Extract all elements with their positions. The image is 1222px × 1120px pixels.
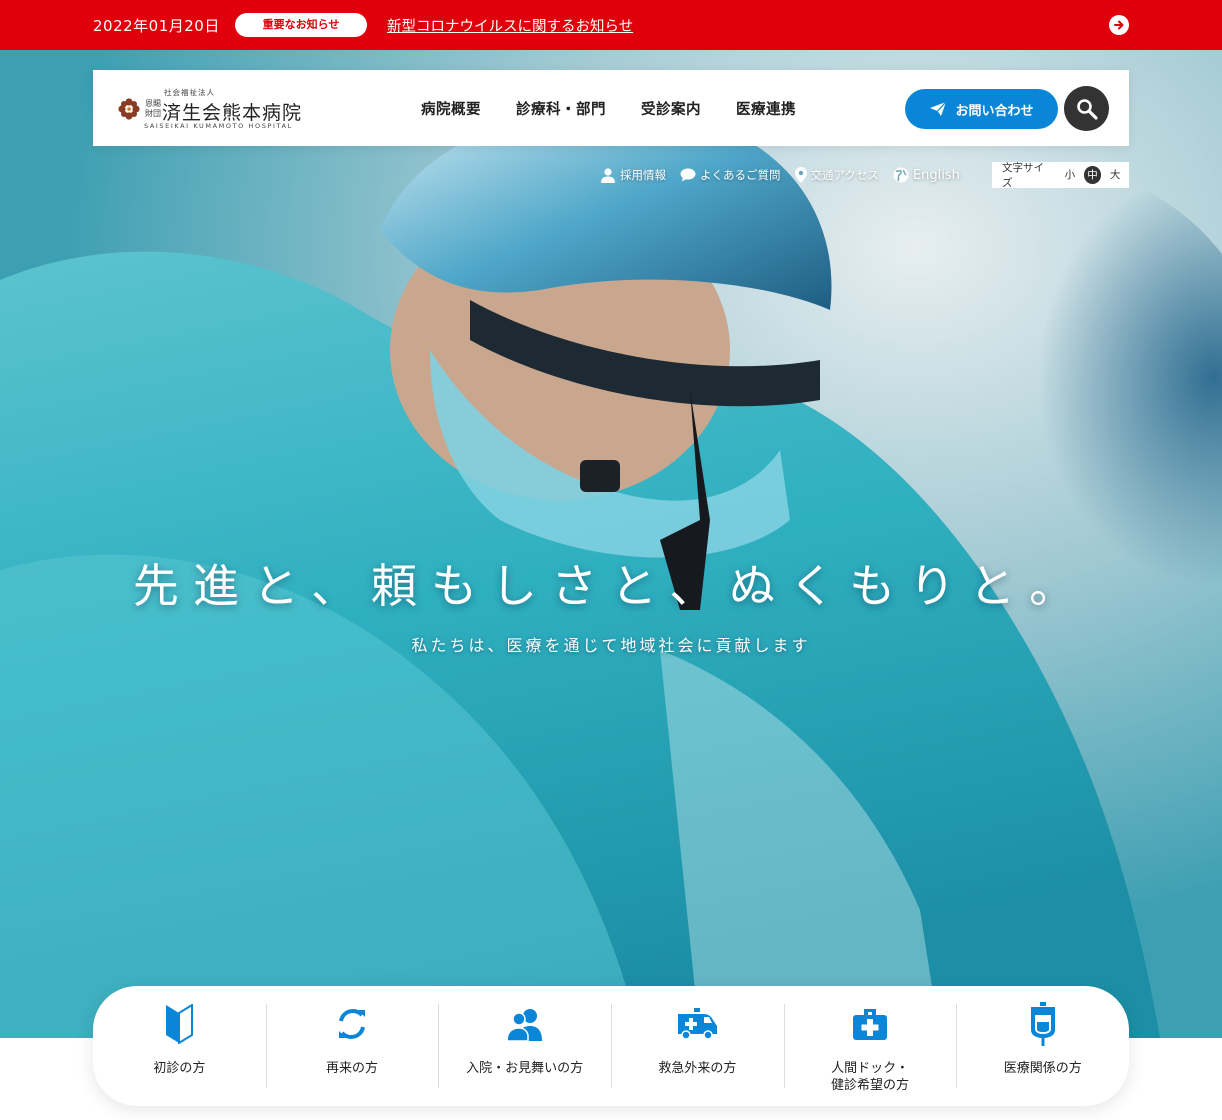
hospital-logo[interactable]: 社会福祉法人 恩賜財団 済生会熊本病院 SAISEIKAI KUMAMOTO H… — [118, 84, 308, 134]
quick-medical-professionals-label: 医療関係の方 — [1003, 1061, 1082, 1076]
utility-nav: 採用情報 よくあるご質問 交通アクセス English — [600, 163, 980, 187]
site-header: 社会福祉法人 恩賜財団 済生会熊本病院 SAISEIKAI KUMAMOTO H… — [93, 70, 1129, 146]
util-english[interactable]: English — [893, 167, 960, 183]
beginner-mark-icon — [166, 1004, 194, 1044]
hero-subtitle: 私たちは、医療を通じて地域社会に貢献します — [411, 636, 811, 655]
iv-drip-icon — [1030, 1002, 1055, 1046]
covid-notice-link[interactable]: 新型コロナウイルスに関するお知らせ — [387, 15, 633, 36]
people-icon — [505, 1009, 542, 1041]
globe-icon — [893, 167, 909, 183]
global-nav: 病院概要 診療科・部門 受診案内 医療連携 — [421, 70, 831, 146]
quick-medical-professionals[interactable]: 医療関係の方 — [956, 986, 1129, 1106]
quick-emergency[interactable]: 救急外来の方 — [611, 986, 784, 1106]
util-recruit-label: 採用情報 — [620, 168, 666, 182]
quick-first-visit[interactable]: 初診の方 — [93, 986, 266, 1106]
nav-consultation-guide[interactable]: 受診案内 — [641, 98, 701, 119]
contact-button-label: お問い合わせ — [955, 103, 1034, 119]
important-notice-badge: 重要なお知らせ — [235, 13, 367, 37]
font-size-switcher: 文字サイズ 小 中 大 — [992, 162, 1129, 189]
alert-bar: 2022年01月20日 重要なお知らせ 新型コロナウイルスに関するお知らせ — [0, 0, 1222, 50]
util-access-label: 交通アクセス — [810, 168, 879, 182]
font-size-large[interactable]: 大 — [1106, 166, 1124, 184]
speech-bubble-icon — [680, 168, 696, 182]
alert-arrow-button[interactable] — [1109, 15, 1129, 35]
quick-health-checkup-label: 人間ドック・ 健診希望の方 — [831, 1061, 910, 1093]
quick-admission-label: 入院・お見舞いの方 — [466, 1061, 584, 1076]
visitor-quick-menu: 初診の方 再来の方 入院・お見舞いの方 救急外来の方 人間ドック・ 健診希望の方… — [93, 986, 1129, 1106]
util-access[interactable]: 交通アクセス — [794, 167, 879, 183]
logo-corporation: 社会福祉法人 — [164, 88, 215, 97]
logo-foundation: 恩賜財団 — [145, 99, 161, 118]
nav-hospital-overview[interactable]: 病院概要 — [421, 98, 481, 119]
medical-kit-icon — [853, 1009, 888, 1040]
logo-english-name: SAISEIKAI KUMAMOTO HOSPITAL — [144, 122, 293, 130]
alert-date: 2022年01月20日 — [93, 17, 220, 35]
ambulance-icon — [678, 1008, 718, 1040]
quick-emergency-label: 救急外来の方 — [658, 1061, 737, 1076]
util-recruit[interactable]: 採用情報 — [600, 167, 666, 183]
nav-medical-cooperation[interactable]: 医療連携 — [736, 98, 796, 119]
person-icon — [601, 168, 615, 183]
util-english-label: English — [912, 167, 960, 183]
font-size-label: 文字サイズ — [1002, 162, 1044, 189]
quick-admission[interactable]: 入院・お見舞いの方 — [438, 986, 611, 1106]
search-button[interactable] — [1064, 86, 1109, 131]
hero-title: 先進と、頼もしさと、ぬくもりと。 — [132, 559, 1090, 613]
quick-return-visit-label: 再来の方 — [326, 1061, 379, 1076]
quick-first-visit-label: 初診の方 — [153, 1061, 206, 1076]
map-pin-icon — [794, 167, 807, 183]
refresh-icon — [339, 1008, 365, 1040]
logo-hospital-name: 済生会熊本病院 — [162, 102, 303, 124]
hero-section: 先進と、頼もしさと、ぬくもりと。 私たちは、医療を通じて地域社会に貢献します — [0, 50, 1222, 1038]
quick-return-visit[interactable]: 再来の方 — [265, 986, 439, 1106]
quick-health-checkup[interactable]: 人間ドック・ 健診希望の方 — [783, 986, 957, 1106]
hero-photo — [0, 50, 1222, 1038]
hospital-emblem-icon — [118, 98, 140, 120]
nav-departments[interactable]: 診療科・部門 — [516, 98, 606, 119]
contact-button[interactable]: お問い合わせ — [905, 89, 1058, 129]
font-size-small[interactable]: 小 — [1061, 166, 1079, 184]
arrow-right-icon — [1114, 20, 1124, 30]
search-icon — [1076, 98, 1098, 120]
font-size-medium[interactable]: 中 — [1083, 166, 1102, 184]
util-faq-label: よくあるご質問 — [700, 168, 781, 182]
util-faq[interactable]: よくあるご質問 — [680, 167, 781, 183]
paper-plane-icon — [930, 101, 947, 116]
